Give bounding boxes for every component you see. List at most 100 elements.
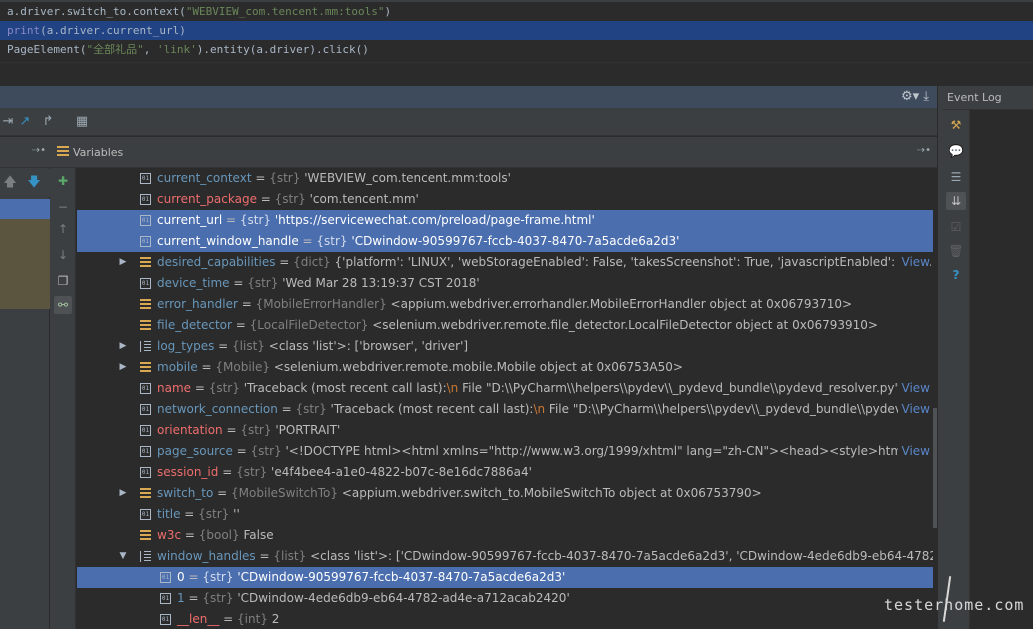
variable-row[interactable]: 01 current_package = {str} 'com.tencent.m… [77,189,933,210]
view-link[interactable]: View [897,399,930,420]
obj-type-icon [140,257,151,268]
variable-value: 'WEBVIEW_com.tencent.mm:tools' [304,171,511,185]
variable-name: 0 [177,570,185,584]
frame-item[interactable] [0,219,50,309]
pin-icon[interactable]: ⇢• [32,145,46,156]
variable-row[interactable]: w3c = {bool} False [77,525,933,546]
variable-row[interactable]: 01 device_time = {str} 'Wed Mar 28 13:19:… [77,273,933,294]
view-link[interactable]: View [897,441,930,462]
variable-type: {list} [232,339,269,353]
code-editor[interactable]: a.driver.switch_to.context("WEBVIEW_com.… [0,0,1033,62]
variable-name: current_url [157,213,223,227]
equals-sign: = [231,318,250,332]
equals-sign: = [181,528,199,542]
variable-text: __len__ = {int} 2 [177,609,279,629]
arrow-up-icon[interactable]: 🡅 [2,175,18,191]
variable-name: switch_to [157,486,214,500]
variable-row[interactable]: ▼ window_handles = {list} <class 'list'>:… [77,546,933,567]
copy-icon[interactable]: ❐ [54,272,72,290]
variable-name: desired_capabilities [157,255,276,269]
collapsed-arrow-icon[interactable]: ▶ [117,252,129,273]
frame-item-selected[interactable] [0,199,50,219]
variable-name: network_connection [157,402,278,416]
step-over-icon[interactable]: ⇥ [0,114,16,130]
settings-icon[interactable]: ⚙▾ ⤓ [901,89,929,104]
variable-type: {str} [236,465,272,479]
variable-row[interactable]: 01 current_url = {str} 'https://servicewe… [77,210,933,231]
step-into-icon[interactable]: ↗ [17,114,33,130]
obj-type-icon [140,530,151,541]
variable-name: name [157,381,192,395]
str-type-icon: 01 [160,614,171,625]
variable-text: file_detector = {LocalFileDetector} <sel… [157,315,878,336]
variable-name: window_handles [157,549,256,563]
scroll-to-end-icon[interactable]: ⇊ [946,192,966,210]
move-down-icon[interactable]: ↓ [54,246,72,264]
code-line-3[interactable]: PageElement("全部礼品", 'link').entity(a.dri… [0,40,1033,59]
equals-sign: = [213,486,232,500]
collapsed-arrow-icon[interactable]: ▶ [117,336,129,357]
remove-watch-icon[interactable]: − [54,198,72,216]
variable-value: 'Traceback (most recent call last): [330,402,534,416]
newline-escape: \n [446,381,459,395]
mark-read-icon[interactable]: ☑ [946,218,966,236]
evaluate-expression-icon[interactable]: ▦ [74,114,90,130]
variable-row[interactable]: ▶ log_types = {list} <class 'list'>: ['br… [77,336,933,357]
variables-tree[interactable]: 01 current_context = {str} 'WEBVIEW_com.t… [77,168,933,629]
pin-icon[interactable]: ⇢• [917,145,931,156]
variable-value: <appium.webdriver.switch_to.MobileSwitch… [341,486,762,500]
code-line-1[interactable]: a.driver.switch_to.context("WEBVIEW_com.… [0,2,1033,21]
variable-name: session_id [157,465,219,479]
event-log-title: Event Log [947,91,1002,104]
variable-type: {str} [202,591,238,605]
step-out-icon[interactable]: ↱ [40,114,56,130]
variable-row[interactable]: 01 network_connection = {str} 'Traceback … [77,399,933,420]
variable-row[interactable]: 01 orientation = {str} 'PORTRAIT' [77,420,933,441]
str-type-icon: 01 [140,425,151,436]
list-type-icon [140,551,151,562]
variable-row[interactable]: 01 1 = {str} 'CDwindow-4ede6db9-eb64-4782… [77,588,933,609]
settings-icon[interactable]: ⚒ [946,116,966,134]
variable-row[interactable]: 01 title = {str} '' [77,504,933,525]
variable-row[interactable]: 01 __len__ = {int} 2 [77,609,933,629]
variable-name: w3c [157,528,182,542]
variable-row[interactable]: 01 session_id = {str} 'e4f4bee4-a1e0-4822… [77,462,933,483]
variable-value: {'platform': 'LINUX', 'webStorageEnabled… [334,255,933,269]
expanded-arrow-icon[interactable]: ▼ [117,546,129,567]
soft-wrap-icon[interactable]: ☰ [946,168,966,186]
variable-type: {LocalFileDetector} [249,318,373,332]
obj-type-icon [140,299,151,310]
obj-type-icon [140,488,151,499]
variable-row[interactable]: ▶ switch_to = {MobileSwitchTo} <appium.we… [77,483,933,504]
variable-type: {str} [239,213,275,227]
variable-row[interactable]: 01 current_context = {str} 'WEBVIEW_com.t… [77,168,933,189]
variable-value: 'CDwindow-90599767-fccb-4037-8470-7a5acd… [237,570,566,584]
view-link[interactable]: View [897,378,930,399]
variables-toolbar: ✚ − ↑ ↓ ❐ ⚯ [50,168,76,629]
arrow-down-icon[interactable]: 🡇 [26,175,42,191]
collapsed-arrow-icon[interactable]: ▶ [117,483,129,504]
variable-row[interactable]: error_handler = {MobileErrorHandler} <ap… [77,294,933,315]
collapsed-arrow-icon[interactable]: ▶ [117,357,129,378]
variable-row[interactable]: 01 name = {str} 'Traceback (most recent c… [77,378,933,399]
variable-row[interactable]: 01 0 = {str} 'CDwindow-90599767-fccb-4037… [77,567,933,588]
equals-sign: = [191,381,209,395]
equals-sign: = [222,213,240,227]
code-line-2-current[interactable]: print(a.driver.current_url) [0,21,1033,40]
variable-value: File "D:\\PyCharm\\helpers\\pydev\\_pyde… [458,381,926,395]
new-watch-icon[interactable]: ✚ [54,172,72,190]
variable-type: {int} [237,612,272,626]
variable-row[interactable]: ▶ desired_capabilities = {dict} {'platfor… [77,252,933,273]
help-icon[interactable]: ? [946,266,966,284]
variable-row[interactable]: 01 current_window_handle = {str} 'CDwindo… [77,231,933,252]
move-up-icon[interactable]: ↑ [54,220,72,238]
variable-text: window_handles = {list} <class 'list'>: … [157,546,933,567]
variable-row[interactable]: ▶ mobile = {Mobile} <selenium.webdriver.r… [77,357,933,378]
variable-type: {str} [316,234,352,248]
variable-row[interactable]: 01 page_source = {str} '<!DOCTYPE html><h… [77,441,933,462]
view-link[interactable]: View [897,252,930,273]
trash-icon[interactable]: 🗑 [946,242,966,260]
variable-row[interactable]: file_detector = {LocalFileDetector} <sel… [77,315,933,336]
balloon-icon[interactable]: 💬 [946,142,966,160]
show-watches-icon[interactable]: ⚯ [54,296,72,314]
